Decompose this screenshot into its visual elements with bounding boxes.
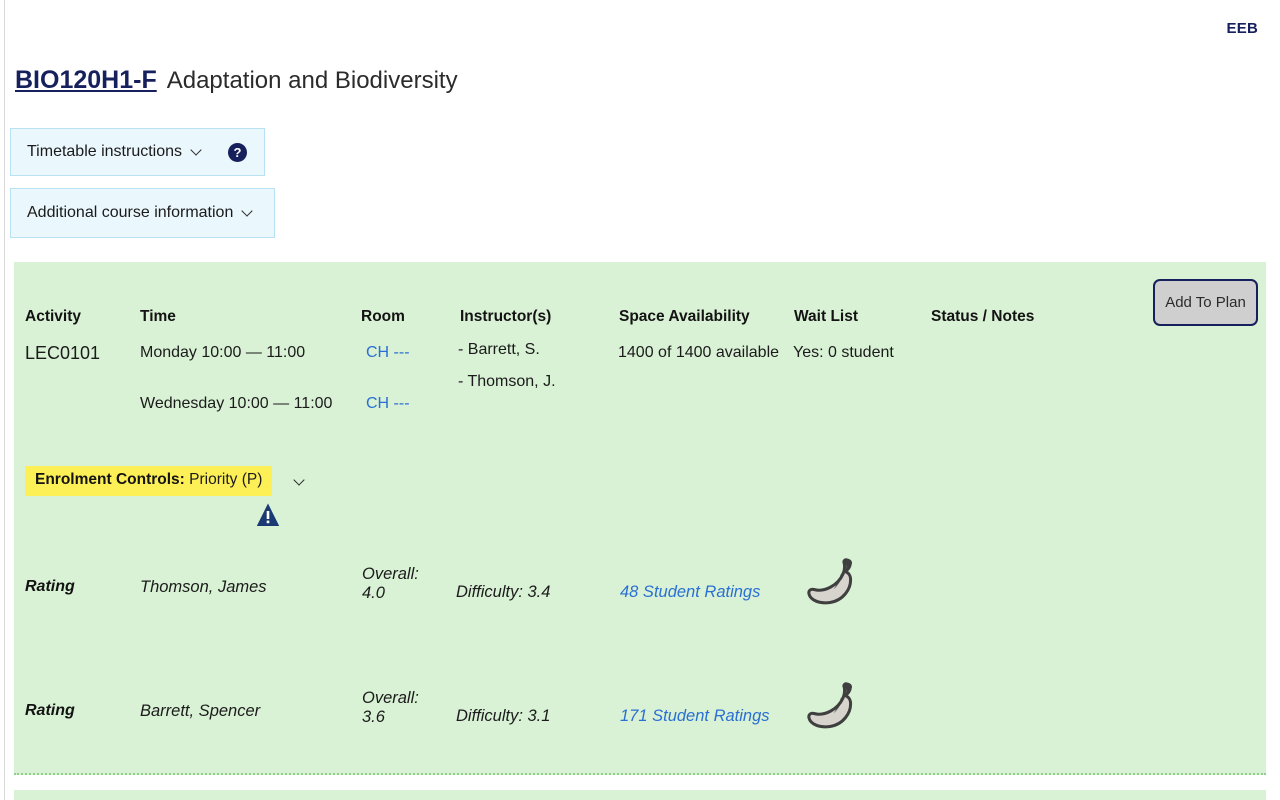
next-meeting-section [14,790,1266,800]
rating-label: Rating [25,578,75,595]
chevron-down-icon [242,207,253,218]
enrolment-controls[interactable]: Enrolment Controls: Priority (P) [25,466,306,526]
meeting-section: Activity Time Room Instructor(s) Space A… [14,262,1266,775]
chili-pepper-icon [807,682,853,729]
column-header-space: Space Availability [619,308,750,325]
org-code: EEB [1226,20,1258,37]
student-ratings-link[interactable]: 171 Student Ratings [620,707,770,726]
instructor-value-1: - Barrett, S. [458,341,540,358]
column-header-time: Time [140,308,176,325]
rating-difficulty: Difficulty: 3.1 [456,707,551,725]
rating-instructor-name: Barrett, Spencer [140,702,261,720]
timetable-instructions-label: Timetable instructions [27,143,183,160]
course-code[interactable]: BIO120H1-F [15,66,157,94]
instructor-value-2: - Thomson, J. [458,373,556,390]
course-name: Adaptation and Biodiversity [166,67,458,94]
enrolment-controls-pill: Enrolment Controls: Priority (P) [25,466,273,496]
column-header-instructors: Instructor(s) [460,308,552,325]
page-title: BIO120H1-F Adaptation and Biodiversity [15,66,458,95]
room-link-1[interactable]: CH --- [366,344,410,362]
column-header-room: Room [361,308,405,325]
time-value-2: Wednesday 10:00 — 11:00 [140,395,333,412]
enrolment-controls-label: Enrolment Controls: [35,471,185,488]
student-ratings-link[interactable]: 48 Student Ratings [620,583,760,602]
chili-pepper-icon [807,558,853,605]
rating-overall: Overall: 3.6 [362,689,419,726]
add-to-plan-button[interactable]: Add To Plan [1153,279,1258,326]
column-header-waitlist: Wait List [794,308,859,325]
time-value-1: Monday 10:00 — 11:00 [140,344,306,361]
room-link-2[interactable]: CH --- [366,395,410,413]
rating-label: Rating [25,702,75,719]
warning-triangle-icon [256,503,280,526]
rating-difficulty: Difficulty: 3.4 [456,583,551,601]
page-left-border [4,0,5,800]
additional-course-information-label: Additional course information [27,204,234,221]
waitlist-value: Yes: 0 student [793,344,894,361]
enrolment-controls-value: Priority (P) [189,471,263,488]
space-availability-value: 1400 of 1400 available [618,344,780,361]
additional-course-information-panel[interactable]: Additional course information [10,188,275,238]
rating-overall: Overall: 4.0 [362,565,419,602]
help-icon[interactable]: ? [228,142,248,162]
chevron-down-icon[interactable] [294,476,306,488]
chevron-down-icon [191,146,202,157]
activity-value: LEC0101 [25,343,101,363]
column-header-status: Status / Notes [931,308,1035,325]
timetable-instructions-panel[interactable]: Timetable instructions ? [10,128,265,176]
column-header-activity: Activity [25,308,81,325]
rating-instructor-name: Thomson, James [140,578,267,596]
